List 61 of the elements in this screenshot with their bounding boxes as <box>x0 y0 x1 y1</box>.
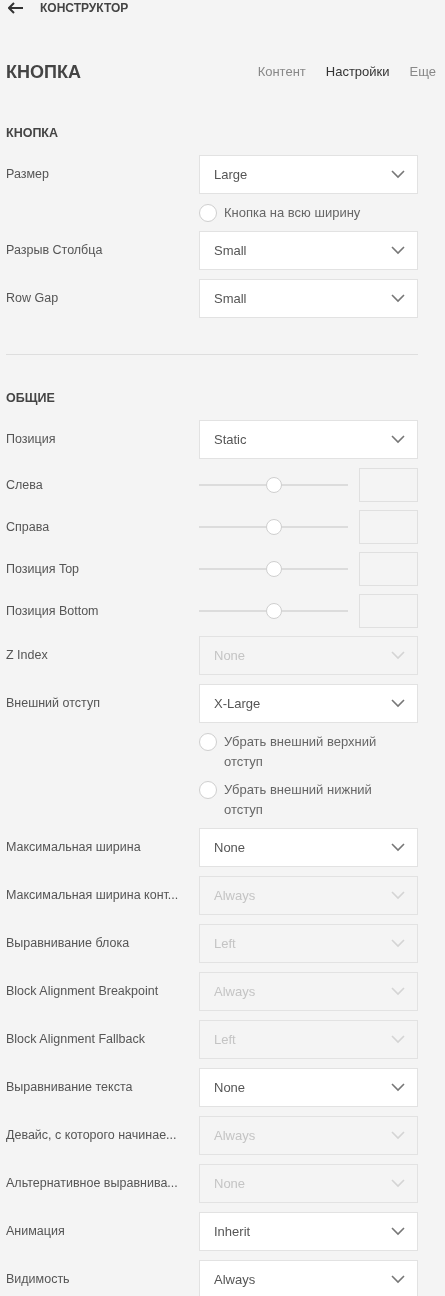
select-field[interactable]: None <box>199 1068 418 1107</box>
field-label: Row Gap <box>6 290 60 308</box>
field-label: Видимость <box>6 1271 71 1289</box>
field-label: Справа <box>6 518 51 536</box>
field-label: Максимальная ширина <box>6 839 142 857</box>
field-label: Альтернативное выравнива... <box>6 1175 179 1193</box>
chevron-down-icon <box>391 843 405 852</box>
slider-thumb[interactable] <box>265 561 282 577</box>
checkbox[interactable] <box>199 204 217 222</box>
field-label: Выравнивание блока <box>6 935 131 953</box>
slider-thumb[interactable] <box>265 519 282 535</box>
select-field[interactable]: Small <box>199 279 418 318</box>
field-label: Анимация <box>6 1223 66 1241</box>
chevron-down-icon <box>391 1179 405 1188</box>
chevron-down-icon <box>391 1131 405 1140</box>
field-label: Слева <box>6 476 44 494</box>
select-field[interactable]: Large <box>199 155 418 194</box>
chevron-down-icon <box>391 435 405 444</box>
field-label: Выравнивание текста <box>6 1079 134 1097</box>
select-field[interactable]: None <box>199 828 418 867</box>
field-label: Block Alignment Breakpoint <box>6 983 160 1001</box>
chevron-down-icon <box>391 651 405 660</box>
chevron-down-icon <box>391 246 405 255</box>
field-label: Позиция <box>6 431 57 449</box>
chevron-down-icon <box>391 1083 405 1092</box>
chevron-down-icon <box>391 1275 405 1284</box>
checkbox[interactable] <box>199 733 217 751</box>
field-label: Максимальная ширина конт... <box>6 887 180 905</box>
chevron-down-icon <box>391 699 405 708</box>
checkbox-label: Убрать внешний нижний отступ <box>224 781 373 819</box>
field-label: Z Index <box>6 647 49 665</box>
section-title: ОБЩИЕ <box>6 390 56 406</box>
field-label: Девайс, с которого начинае... <box>6 1127 178 1145</box>
field-label: Позиция Bottom <box>6 602 100 620</box>
select-field[interactable]: Small <box>199 231 418 270</box>
checkbox[interactable] <box>199 781 217 799</box>
slider-thumb[interactable] <box>265 477 282 493</box>
select-field[interactable]: Static <box>199 420 418 459</box>
field-label: Размер <box>6 166 50 184</box>
chevron-down-icon <box>391 987 405 996</box>
select-field[interactable]: X-Large <box>199 684 418 723</box>
field-label: Block Alignment Fallback <box>6 1031 146 1049</box>
select-field[interactable]: Inherit <box>199 1212 418 1251</box>
panel-title: КНОПКА <box>6 60 81 84</box>
tab[interactable]: Настройки <box>325 62 390 82</box>
section-title: КНОПКА <box>6 125 60 141</box>
field-label: Позиция Top <box>6 560 81 578</box>
chevron-down-icon <box>391 1227 405 1236</box>
select-field[interactable]: Always <box>199 1260 418 1296</box>
chevron-down-icon <box>391 170 405 179</box>
field-label: Разрыв Столбца <box>6 242 104 260</box>
back-label[interactable]: КОНСТРУКТОР <box>40 0 129 17</box>
slider-thumb[interactable] <box>265 603 282 619</box>
checkbox-label: Кнопка на всю ширину <box>224 204 362 222</box>
chevron-down-icon <box>391 939 405 948</box>
chevron-down-icon <box>391 1035 405 1044</box>
checkbox-label: Убрать внешний верхний отступ <box>224 733 378 771</box>
field-label: Внешний отступ <box>6 695 101 713</box>
back-icon[interactable] <box>8 1 24 14</box>
chevron-down-icon <box>391 891 405 900</box>
chevron-down-icon <box>391 294 405 303</box>
